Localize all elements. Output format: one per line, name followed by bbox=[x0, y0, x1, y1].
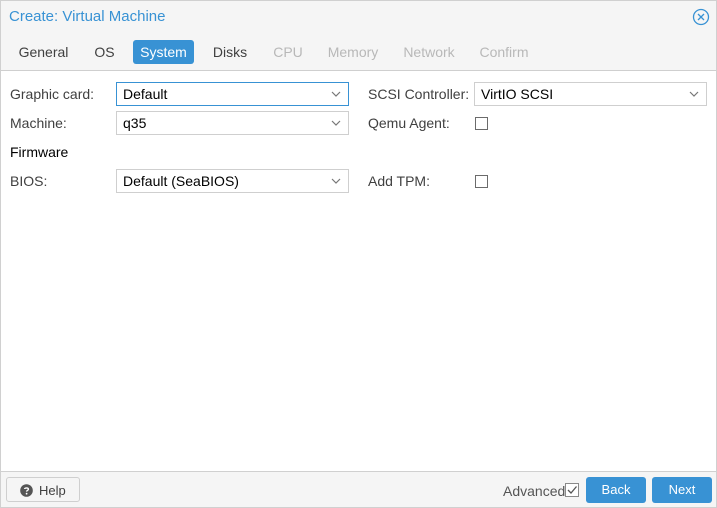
advanced-checkbox[interactable] bbox=[565, 483, 579, 497]
tab-os[interactable]: OS bbox=[87, 40, 122, 64]
bios-value: Default (SeaBIOS) bbox=[123, 173, 239, 189]
graphic-card-value: Default bbox=[123, 86, 168, 102]
graphic-card-label: Graphic card: bbox=[10, 86, 95, 102]
tab-system[interactable]: System bbox=[133, 40, 194, 64]
advanced-label: Advanced bbox=[503, 483, 566, 499]
dialog-title: Create: Virtual Machine bbox=[9, 8, 166, 25]
tab-confirm: Confirm bbox=[479, 44, 529, 60]
chevron-down-icon bbox=[331, 178, 341, 184]
qemu-agent-label: Qemu Agent: bbox=[368, 115, 450, 131]
machine-select[interactable]: q35 bbox=[116, 111, 349, 135]
scsi-controller-select[interactable]: VirtIO SCSI bbox=[474, 82, 707, 106]
firmware-heading: Firmware bbox=[10, 144, 69, 160]
bios-select[interactable]: Default (SeaBIOS) bbox=[116, 169, 349, 193]
chevron-down-icon bbox=[689, 91, 699, 97]
chevron-down-icon bbox=[331, 91, 341, 97]
bios-label: BIOS: bbox=[10, 173, 48, 189]
help-label: Help bbox=[39, 483, 66, 498]
machine-value: q35 bbox=[123, 115, 147, 131]
tab-general[interactable]: General bbox=[11, 40, 76, 64]
graphic-card-select[interactable]: Default bbox=[116, 82, 349, 106]
help-button[interactable]: Help bbox=[6, 477, 80, 502]
qemu-agent-checkbox[interactable] bbox=[475, 117, 488, 130]
chevron-down-icon bbox=[331, 120, 341, 126]
create-vm-dialog: Create: Virtual Machine General OS Syste… bbox=[0, 0, 717, 508]
dialog-footer: Help Advanced Back Next bbox=[1, 471, 716, 507]
scsi-controller-label: SCSI Controller: bbox=[368, 86, 470, 102]
machine-label: Machine: bbox=[10, 115, 67, 131]
close-icon[interactable] bbox=[692, 8, 710, 26]
scsi-controller-value: VirtIO SCSI bbox=[481, 86, 554, 102]
add-tpm-checkbox[interactable] bbox=[475, 175, 488, 188]
next-button[interactable]: Next bbox=[652, 477, 712, 503]
tab-memory: Memory bbox=[327, 44, 379, 60]
question-circle-icon bbox=[20, 484, 33, 497]
tab-network: Network bbox=[403, 44, 455, 60]
dialog-titlebar: Create: Virtual Machine bbox=[1, 1, 716, 35]
tab-cpu: CPU bbox=[273, 44, 303, 60]
add-tpm-label: Add TPM: bbox=[368, 173, 430, 189]
wizard-tabs: General OS System Disks CPU Memory Netwo… bbox=[1, 35, 716, 71]
tab-disks[interactable]: Disks bbox=[205, 40, 255, 64]
back-button[interactable]: Back bbox=[586, 477, 646, 503]
